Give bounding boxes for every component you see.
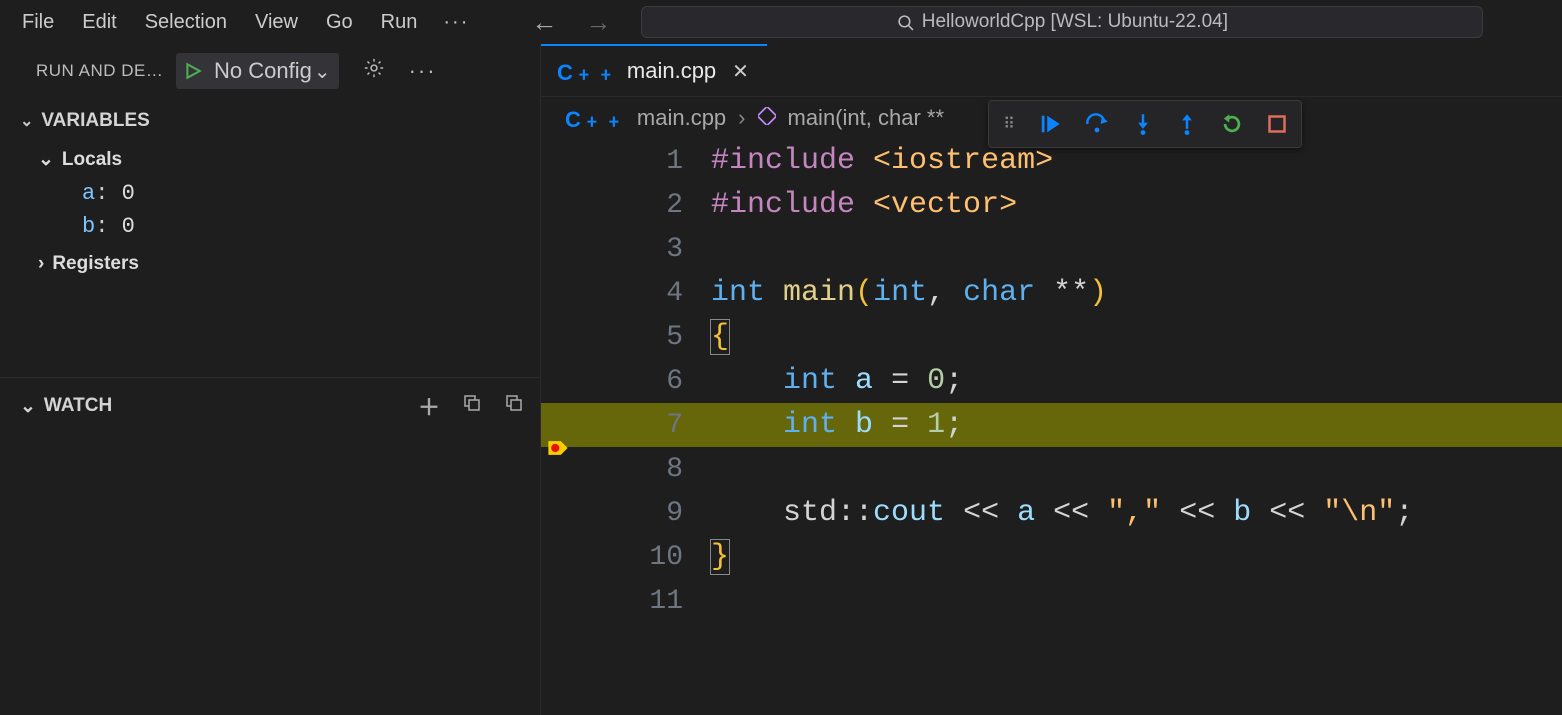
launch-config-picker[interactable]: No Config ⌄ (176, 53, 339, 89)
registers-scope[interactable]: › Registers (0, 243, 540, 281)
editor-tabs: C﹢﹢ main.cpp ✕ (541, 44, 1562, 97)
continue-button[interactable] (1039, 113, 1061, 135)
nav-back-icon[interactable]: ← (531, 7, 557, 38)
chevron-right-icon: › (738, 105, 745, 131)
menubar: File Edit Selection View Go Run ··· ← → … (0, 0, 1562, 44)
current-line-marker-icon (547, 437, 569, 459)
line-number: 8 (577, 454, 711, 485)
step-into-button[interactable] (1133, 113, 1153, 135)
line-number: 1 (577, 146, 711, 177)
code-line[interactable]: 1#include <iostream> (541, 139, 1562, 183)
menu-edit[interactable]: Edit (68, 7, 130, 38)
code-text: std::cout << a << "," << b << "\n"; (711, 496, 1413, 530)
code-text: } (711, 540, 729, 574)
add-watch-icon[interactable]: ＋ (418, 390, 440, 422)
cpp-file-icon: C﹢﹢ (557, 55, 617, 87)
line-number: 4 (577, 278, 711, 309)
sidebar: RUN AND DE… No Config ⌄ ··· ⌄ VARIABLES (0, 44, 541, 715)
line-number: 6 (577, 366, 711, 397)
step-over-button[interactable] (1085, 113, 1109, 135)
locals-scope[interactable]: ⌄ Locals (0, 142, 540, 177)
chevron-down-icon: ⌄ (20, 395, 36, 418)
more-actions-icon[interactable]: ··· (409, 58, 437, 84)
watch-header[interactable]: ⌄ WATCH ＋ (0, 378, 540, 432)
code-line[interactable]: 5{ (541, 315, 1562, 359)
search-icon (897, 14, 914, 31)
watch-section: ⌄ WATCH ＋ (0, 377, 540, 432)
editor: C﹢﹢ main.cpp ✕ C﹢﹢ main.cpp › main(int, … (541, 44, 1562, 715)
variable-row[interactable]: a: 0 (0, 177, 540, 210)
code-text: int main(int, char **) (711, 276, 1107, 310)
menu-go[interactable]: Go (312, 7, 367, 38)
code-line[interactable]: 10} (541, 535, 1562, 579)
code-text: { (711, 320, 729, 354)
step-out-button[interactable] (1177, 113, 1197, 135)
line-number: 10 (577, 542, 711, 573)
code-line[interactable]: 4int main(int, char **) (541, 271, 1562, 315)
variables-section: ⌄ VARIABLES ⌄ Locals a: 0b: 0 › Register… (0, 98, 540, 281)
code-area[interactable]: 1#include <iostream>2#include <vector>34… (541, 139, 1562, 715)
line-number: 5 (577, 322, 711, 353)
close-icon[interactable]: ✕ (732, 59, 749, 84)
code-line[interactable]: 2#include <vector> (541, 183, 1562, 227)
code-text: #include <iostream> (711, 144, 1053, 178)
command-center[interactable]: HelloworldCpp [WSL: Ubuntu-22.04] (641, 6, 1483, 38)
menu-more-icon[interactable]: ··· (431, 7, 481, 38)
collapse-all-icon[interactable] (462, 393, 482, 419)
code-line[interactable]: 8 (541, 447, 1562, 491)
method-icon (758, 105, 776, 131)
menu-run[interactable]: Run (367, 7, 432, 38)
code-line[interactable]: 6 int a = 0; (541, 359, 1562, 403)
watch-title: WATCH (44, 395, 112, 417)
start-debug-icon[interactable] (176, 62, 210, 80)
variable-value: 0 (122, 181, 135, 206)
menu-view[interactable]: View (241, 7, 312, 38)
tab-label: main.cpp (627, 58, 716, 84)
code-line[interactable]: 3 (541, 227, 1562, 271)
stop-button[interactable] (1267, 114, 1287, 134)
remove-all-icon[interactable] (504, 393, 524, 419)
variable-name: a (82, 181, 95, 206)
chevron-down-icon: ⌄ (38, 148, 54, 171)
drag-handle-icon[interactable]: ⠿ (1003, 114, 1015, 134)
variables-header[interactable]: ⌄ VARIABLES (0, 98, 540, 142)
line-number: 7 (577, 410, 711, 441)
code-line[interactable]: 11 (541, 579, 1562, 623)
launch-config-label: No Config (214, 58, 312, 84)
code-text: int a = 0; (711, 364, 963, 398)
cpp-file-icon: C﹢﹢ (565, 102, 625, 134)
chevron-right-icon: › (38, 253, 44, 275)
restart-button[interactable] (1221, 113, 1243, 135)
run-debug-header: RUN AND DE… No Config ⌄ ··· (0, 44, 540, 98)
line-number: 3 (577, 234, 711, 265)
chevron-down-icon: ⌄ (20, 111, 33, 131)
line-number: 2 (577, 190, 711, 221)
command-center-text: HelloworldCpp [WSL: Ubuntu-22.04] (922, 11, 1228, 33)
gear-icon[interactable] (363, 57, 385, 85)
menu-selection[interactable]: Selection (131, 7, 241, 38)
variable-name: b (82, 214, 95, 239)
variable-value: 0 (122, 214, 135, 239)
code-line[interactable]: 7 int b = 1; (541, 403, 1562, 447)
nav-forward-icon[interactable]: → (585, 7, 611, 38)
line-number: 9 (577, 498, 711, 529)
code-line[interactable]: 9 std::cout << a << "," << b << "\n"; (541, 491, 1562, 535)
run-debug-title: RUN AND DE… (36, 61, 166, 81)
menu-file[interactable]: File (8, 7, 68, 38)
code-text: #include <vector> (711, 188, 1017, 222)
variables-title: VARIABLES (41, 110, 149, 132)
breadcrumb-file[interactable]: main.cpp (637, 105, 726, 131)
tab-main-cpp[interactable]: C﹢﹢ main.cpp ✕ (541, 44, 767, 96)
variable-row[interactable]: b: 0 (0, 210, 540, 243)
locals-label: Locals (62, 149, 122, 171)
breadcrumb-symbol[interactable]: main(int, char ** (788, 105, 945, 131)
line-number: 11 (577, 586, 711, 617)
chevron-down-icon: ⌄ (314, 59, 331, 84)
registers-label: Registers (52, 253, 139, 275)
code-text: int b = 1; (711, 408, 963, 442)
